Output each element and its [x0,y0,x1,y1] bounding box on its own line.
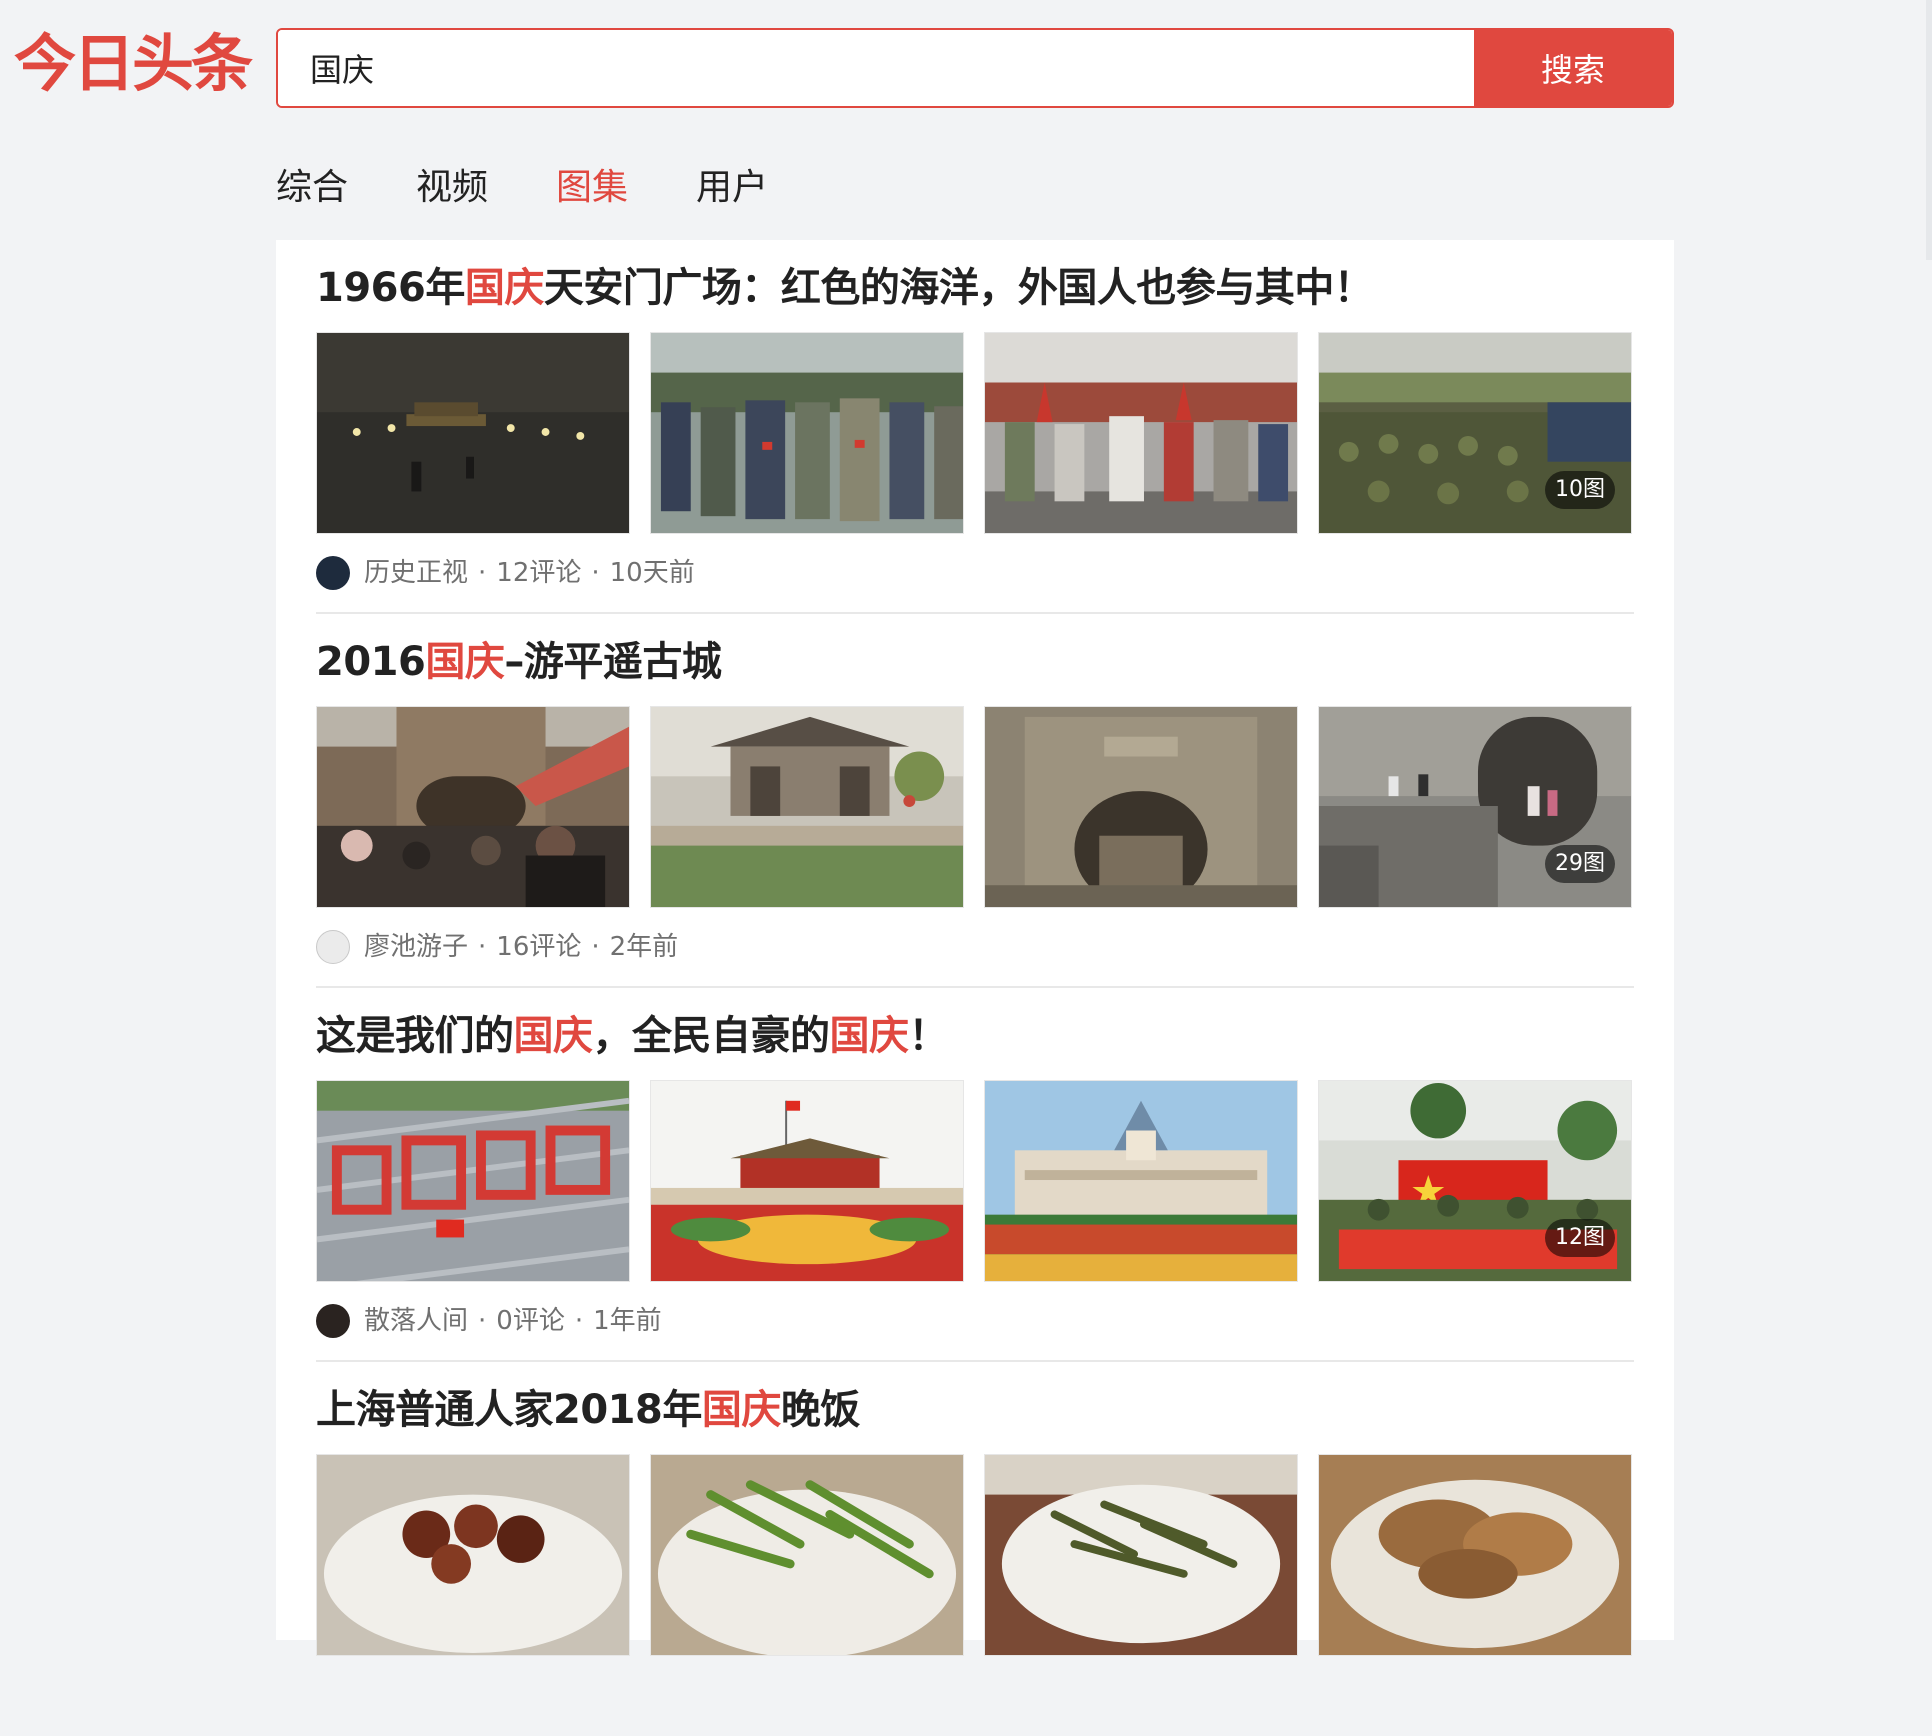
title-keyword: 国庆 [513,1013,594,1059]
title-text: ，全民自豪的 [592,1013,831,1059]
thumbnail-night-square[interactable] [316,332,630,534]
tab-users[interactable]: 用户 [696,160,768,216]
search-button[interactable]: 搜索 [1474,30,1672,106]
title-keyword: 国庆 [829,1013,910,1059]
tab-video[interactable]: 视频 [416,160,488,216]
title-keyword: 国庆 [425,639,505,685]
image-count-badge: 29图 [1545,845,1615,883]
avatar[interactable] [316,930,350,964]
gallery-result: 上海普通人家2018年国庆晚饭 [316,1362,1634,1736]
thumbnail-pavilion[interactable] [650,706,964,908]
thumbnail-braised-pork[interactable] [316,1454,630,1656]
title-text: –游平遥古城 [504,639,722,685]
avatar[interactable] [316,556,350,590]
result-title[interactable]: 这是我们的国庆，全民自豪的国庆！ [316,1008,948,1064]
title-text: ！ [908,1013,949,1059]
gallery-result: 1966年国庆天安门广场：红色的海洋，外国人也参与其中！ 10图 历史正视 · … [316,240,1634,614]
image-count-badge: 10图 [1545,471,1615,509]
meta-separator: · [591,558,600,588]
title-text: 2016 [316,639,426,685]
publish-time: 1年前 [593,1306,662,1336]
thumbnail-kelp-dish[interactable] [984,1454,1298,1656]
thumbnail-formation-characters[interactable] [316,1080,630,1282]
thumbnail-stone-archway[interactable] [984,706,1298,908]
result-title[interactable]: 2016国庆–游平遥古城 [316,634,722,690]
thumbnail-building-flowerbed[interactable] [984,1080,1298,1282]
thumbnail-braised-duck[interactable] [1318,1454,1632,1656]
thumbnail-row: 10图 [316,332,1634,534]
toutiao-logo[interactable]: 今日头条 [14,28,253,100]
thumbnail-marching-crowd[interactable] [650,332,964,534]
title-text: 上海普通人家2018年 [316,1387,702,1433]
author-name[interactable]: 散落人间 [364,1302,468,1340]
meta-separator: · [478,558,487,588]
result-title[interactable]: 上海普通人家2018年国庆晚饭 [316,1382,860,1438]
meta-separator: · [478,1306,487,1336]
result-type-tabs: 综合 视频 图集 用户 [276,160,836,216]
avatar[interactable] [316,1304,350,1338]
title-keyword: 国庆 [701,1387,782,1433]
comment-count: 12评论 [496,558,582,588]
gallery-result: 2016国庆–游平遥古城 29图 廖池游子 · 16评论 · 2年前 [316,614,1634,988]
result-title[interactable]: 1966年国庆天安门广场：红色的海洋，外国人也参与其中！ [316,260,1374,316]
publish-time: 10天前 [609,558,695,588]
title-text: 这是我们的 [316,1013,514,1059]
title-keyword: 国庆 [464,265,545,311]
author-name[interactable]: 历史正视 [364,554,468,592]
publish-time: 2年前 [609,932,679,962]
thumbnail-row: 29图 [316,706,1634,908]
image-count-badge: 12图 [1545,1219,1615,1257]
thumbnail-green-beans[interactable] [650,1454,964,1656]
thumbnail-soldiers-flag[interactable]: 12图 [1318,1080,1632,1282]
thumbnail-running-students[interactable] [984,332,1298,534]
author-name[interactable]: 廖池游子 [364,928,468,966]
result-meta: 历史正视 · 12评论 · 10天前 [316,554,695,592]
thumbnail-row: 12图 [316,1080,1634,1282]
meta-separator: · [574,1306,584,1336]
meta-separator: · [478,932,487,962]
thumbnail-row [316,1454,1634,1656]
search-input[interactable] [278,30,1476,106]
thumbnail-soldiers-seated[interactable]: 10图 [1318,332,1632,534]
search-box: 搜索 [276,28,1674,108]
title-text: 晚饭 [780,1387,861,1433]
comment-count: 0评论 [496,1306,565,1336]
title-text: 1966年 [316,265,465,311]
title-text: 天安门广场：红色的海洋，外国人也参与其中！ [543,265,1374,311]
result-meta: 廖池游子 · 16评论 · 2年前 [316,928,678,966]
thumbnail-city-wall-steps[interactable]: 29图 [1318,706,1632,908]
meta-separator: · [591,932,600,962]
thumbnail-tiananmen-flowers[interactable] [650,1080,964,1282]
thumbnail-city-gate-crowd[interactable] [316,706,630,908]
results-list: 1966年国庆天安门广场：红色的海洋，外国人也参与其中！ 10图 历史正视 · … [276,240,1674,1656]
tab-gallery[interactable]: 图集 [556,160,628,216]
comment-count: 16评论 [496,932,582,962]
result-meta: 散落人间 · 0评论 · 1年前 [316,1302,662,1340]
tab-comprehensive[interactable]: 综合 [276,160,348,216]
gallery-result: 这是我们的国庆，全民自豪的国庆！ 12图 散落人间 · 0评论 · 1年前 [316,988,1634,1362]
page-edge [1926,0,1932,260]
